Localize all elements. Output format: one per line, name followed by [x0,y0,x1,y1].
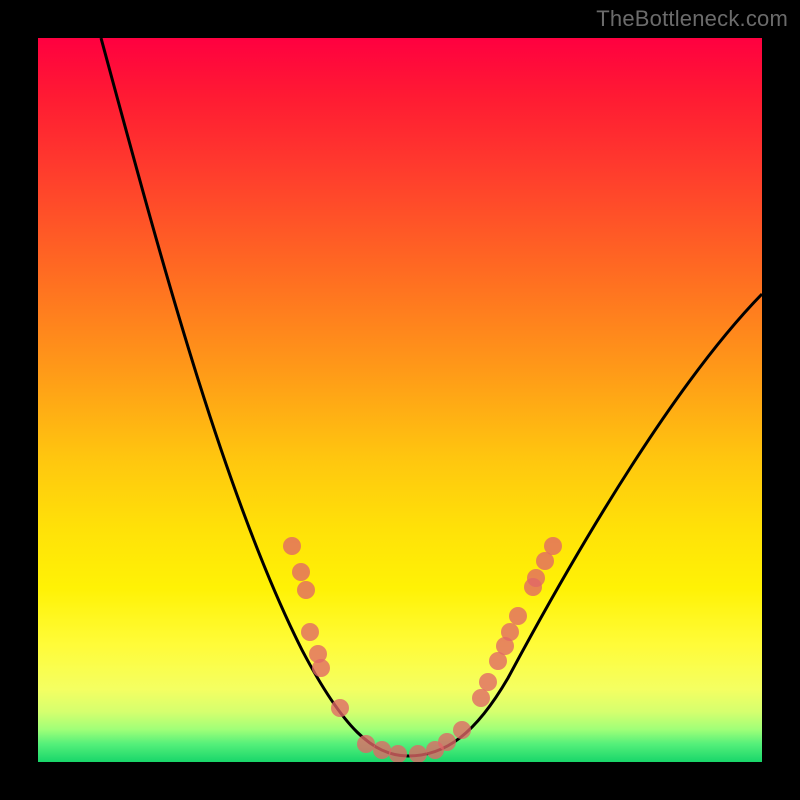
data-marker [373,741,391,759]
data-marker [409,745,427,762]
chart-frame: TheBottleneck.com [0,0,800,800]
data-marker [472,689,490,707]
data-marker [331,699,349,717]
data-marker [389,745,407,762]
data-marker [283,537,301,555]
watermark-text: TheBottleneck.com [596,6,788,32]
data-marker [453,721,471,739]
data-marker [297,581,315,599]
data-marker [509,607,527,625]
data-marker [501,623,519,641]
chart-svg [38,38,762,762]
data-marker [438,733,456,751]
data-marker [527,569,545,587]
data-marker [357,735,375,753]
data-marker [479,673,497,691]
marker-group [283,537,562,762]
data-marker [292,563,310,581]
data-marker [301,623,319,641]
bottleneck-curve [101,38,762,756]
data-marker [544,537,562,555]
data-marker [312,659,330,677]
chart-plot-area [38,38,762,762]
